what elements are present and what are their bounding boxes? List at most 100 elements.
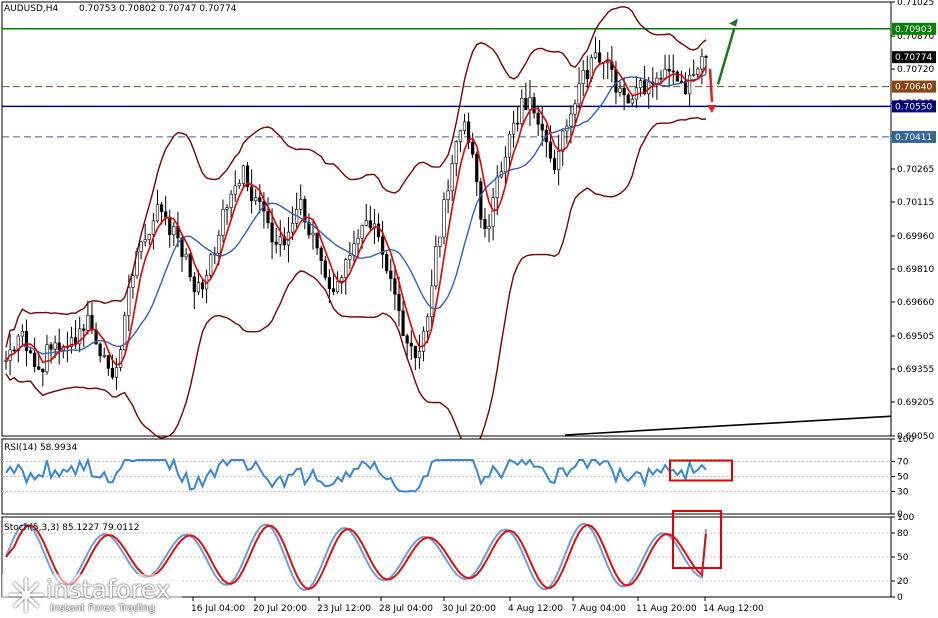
level-tag-text: 0.70640	[895, 83, 932, 93]
candle-body	[331, 288, 336, 293]
candle-body	[630, 98, 634, 104]
candle-body	[151, 220, 155, 235]
candle-body	[221, 209, 225, 236]
candle-body	[667, 68, 671, 72]
candle-body	[434, 246, 438, 287]
candle-body	[217, 235, 221, 254]
candle-body	[520, 97, 524, 124]
candle-body	[393, 278, 397, 295]
time-tick-label: 14 Aug 12:00	[703, 604, 764, 614]
rsi-tick-label: 100	[897, 435, 914, 445]
level-tag-text: 0.70903	[895, 25, 932, 35]
price-tick-label: 0.69205	[897, 398, 934, 408]
candle-body	[209, 254, 213, 276]
candle-body	[53, 342, 57, 350]
candle-body	[12, 349, 16, 352]
candle-body	[37, 366, 41, 370]
candle-body	[540, 123, 544, 131]
candle-body	[368, 220, 372, 228]
candle-body	[270, 222, 274, 243]
candle-body	[241, 165, 246, 184]
candle-body	[528, 97, 532, 110]
candle-body	[250, 186, 254, 202]
time-tick-label: 30 Jul 20:00	[442, 604, 496, 614]
candle-body	[41, 368, 45, 373]
candle-body	[200, 282, 205, 290]
price-tick-label: 0.70720	[897, 65, 934, 75]
candle-body	[258, 197, 262, 203]
price-pane-frame	[1, 1, 892, 437]
candle-body	[28, 350, 33, 354]
price-tick-label: 0.70115	[897, 198, 934, 208]
candle-body	[557, 150, 561, 171]
candle-body	[507, 133, 512, 158]
stoch-title: Stoch(5,3,3) 85.1227 79.0112	[4, 523, 139, 533]
candle-body	[344, 259, 348, 278]
candle-body	[700, 56, 704, 70]
candle-body	[364, 220, 368, 226]
candle-body	[143, 239, 147, 243]
rsi-pane: 1007050300	[1, 435, 914, 520]
candle-body	[479, 181, 483, 220]
level-tag-text: 0.70550	[895, 102, 932, 112]
candle-body	[356, 237, 360, 245]
candle-body	[348, 255, 352, 260]
candle-body	[397, 293, 401, 312]
candle-body	[102, 355, 106, 357]
candle-body	[110, 367, 115, 378]
candle-body	[552, 157, 557, 171]
candle-body	[119, 349, 123, 368]
watermark-brand: instaforex	[46, 575, 171, 604]
candle-body	[471, 142, 475, 155]
candle-body	[512, 122, 516, 135]
chart-canvas: 0.710250.708700.707200.705650.704150.702…	[1, 0, 936, 614]
candle-body	[638, 80, 643, 89]
instaforex-watermark: instaforex Instant Forex Trading	[2, 574, 182, 616]
candle-body	[57, 342, 61, 351]
candle-body	[147, 234, 151, 240]
candle-body	[323, 260, 327, 278]
stoch-tick-label: 50	[897, 553, 909, 563]
time-tick-label: 11 Aug 20:00	[636, 604, 697, 614]
candle-body	[327, 277, 331, 289]
candle-body	[311, 232, 315, 236]
candle-body	[299, 199, 303, 210]
stoch-tick-label: 0	[897, 593, 903, 603]
price-tick-label: 0.69810	[897, 265, 934, 275]
candle-body	[274, 241, 278, 245]
candle-body	[409, 342, 413, 347]
candle-body	[340, 277, 344, 282]
candle-body	[626, 94, 630, 104]
candle-body	[622, 87, 626, 96]
rsi-tick-label: 70	[897, 458, 909, 468]
candle-body	[33, 352, 37, 368]
time-tick-label: 20 Jul 20:00	[253, 604, 307, 614]
stoch-tick-label: 80	[897, 529, 909, 539]
candle-body	[475, 153, 479, 183]
candle-body	[192, 276, 196, 293]
candle-body	[569, 113, 573, 127]
candle-body	[164, 211, 168, 218]
candle-body	[188, 253, 192, 278]
candle-body	[430, 285, 434, 317]
price-tick-label: 0.71025	[897, 0, 934, 8]
price-tick-label: 0.70265	[897, 165, 934, 175]
candle-body	[495, 176, 499, 198]
candle-body	[401, 310, 405, 337]
candle-body	[335, 280, 340, 293]
candle-body	[405, 335, 409, 344]
candle-body	[483, 218, 487, 230]
time-tick-label: 23 Jul 12:00	[317, 604, 371, 614]
candle-body	[319, 247, 323, 262]
candle-body	[438, 236, 442, 247]
chart-title-ohlc: 0.70753 0.70802 0.70747 0.70774	[79, 4, 237, 14]
candle-body	[446, 190, 450, 201]
candle-body	[614, 69, 618, 93]
candle-body	[184, 253, 188, 258]
candle-body	[98, 343, 102, 357]
price-tick-label: 0.69660	[897, 298, 934, 308]
candle-body	[593, 52, 598, 58]
candle-body	[442, 199, 446, 238]
chart-title-symbol: AUDUSD,H4	[4, 4, 59, 14]
stoch-tick-label: 20	[897, 577, 909, 587]
